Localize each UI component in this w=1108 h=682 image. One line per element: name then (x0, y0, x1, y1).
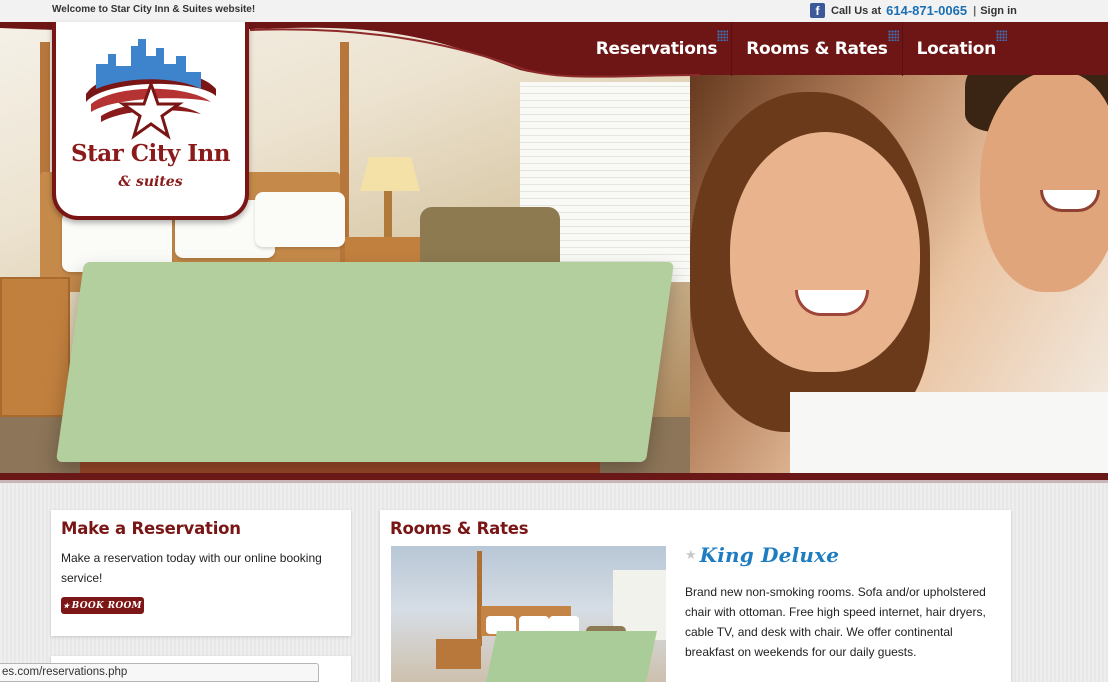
reservation-panel: Make a Reservation Make a reservation to… (51, 510, 351, 636)
welcome-message: Welcome to Star City Inn & Suites websit… (52, 4, 256, 15)
call-label: Call Us at (831, 4, 882, 17)
nav-location[interactable]: Location (901, 22, 1010, 76)
phone-number[interactable]: 614-871-0065 (886, 3, 967, 18)
room-title[interactable]: ★ King Deluxe (685, 543, 839, 567)
site-logo[interactable]: Star City Inn & suites (52, 22, 249, 220)
dots-icon (717, 30, 729, 41)
separator: | (973, 4, 977, 17)
rooms-heading: Rooms & Rates (390, 519, 529, 538)
nav-label: Location (916, 39, 997, 59)
nav-label: Rooms & Rates (746, 39, 888, 59)
reservation-heading: Make a Reservation (61, 519, 241, 538)
city-star-logo-icon (86, 39, 216, 140)
facebook-icon[interactable]: f (810, 3, 825, 18)
dots-icon (996, 30, 1007, 41)
hero-border (0, 473, 1108, 480)
contact-bar: f Call Us at 614-871-0065 | Sign in (810, 3, 1017, 18)
rooms-rates-panel: Rooms & Rates ★ King Deluxe Brand new no… (380, 510, 1011, 682)
top-strip: Welcome to Star City Inn & Suites websit… (0, 0, 1108, 22)
dots-icon (887, 30, 899, 41)
logo-subtitle: & suites (118, 174, 183, 190)
nav-reservations[interactable]: Reservations (582, 22, 731, 76)
sign-in-link[interactable]: Sign in (980, 5, 1017, 17)
star-icon: ★ (685, 547, 697, 562)
book-room-button[interactable]: ★ BOOK ROOM (61, 597, 144, 614)
reservation-text: Make a reservation today with our online… (61, 551, 322, 585)
book-room-label: BOOK ROOM (71, 600, 142, 611)
main-nav: Reservations Rooms & Rates Location (582, 22, 1010, 76)
room-description: Brand new non-smoking rooms. Sofa and/or… (685, 585, 986, 659)
logo-title: Star City Inn (70, 140, 231, 167)
nav-rooms-rates[interactable]: Rooms & Rates (731, 22, 901, 76)
room-thumbnail[interactable] (391, 546, 666, 682)
hero-border-shadow (0, 480, 1108, 483)
room-name: King Deluxe (699, 543, 840, 567)
nav-label: Reservations (595, 39, 718, 59)
browser-status-url: es.com/reservations.php (0, 663, 319, 682)
star-icon: ★ (63, 601, 70, 610)
